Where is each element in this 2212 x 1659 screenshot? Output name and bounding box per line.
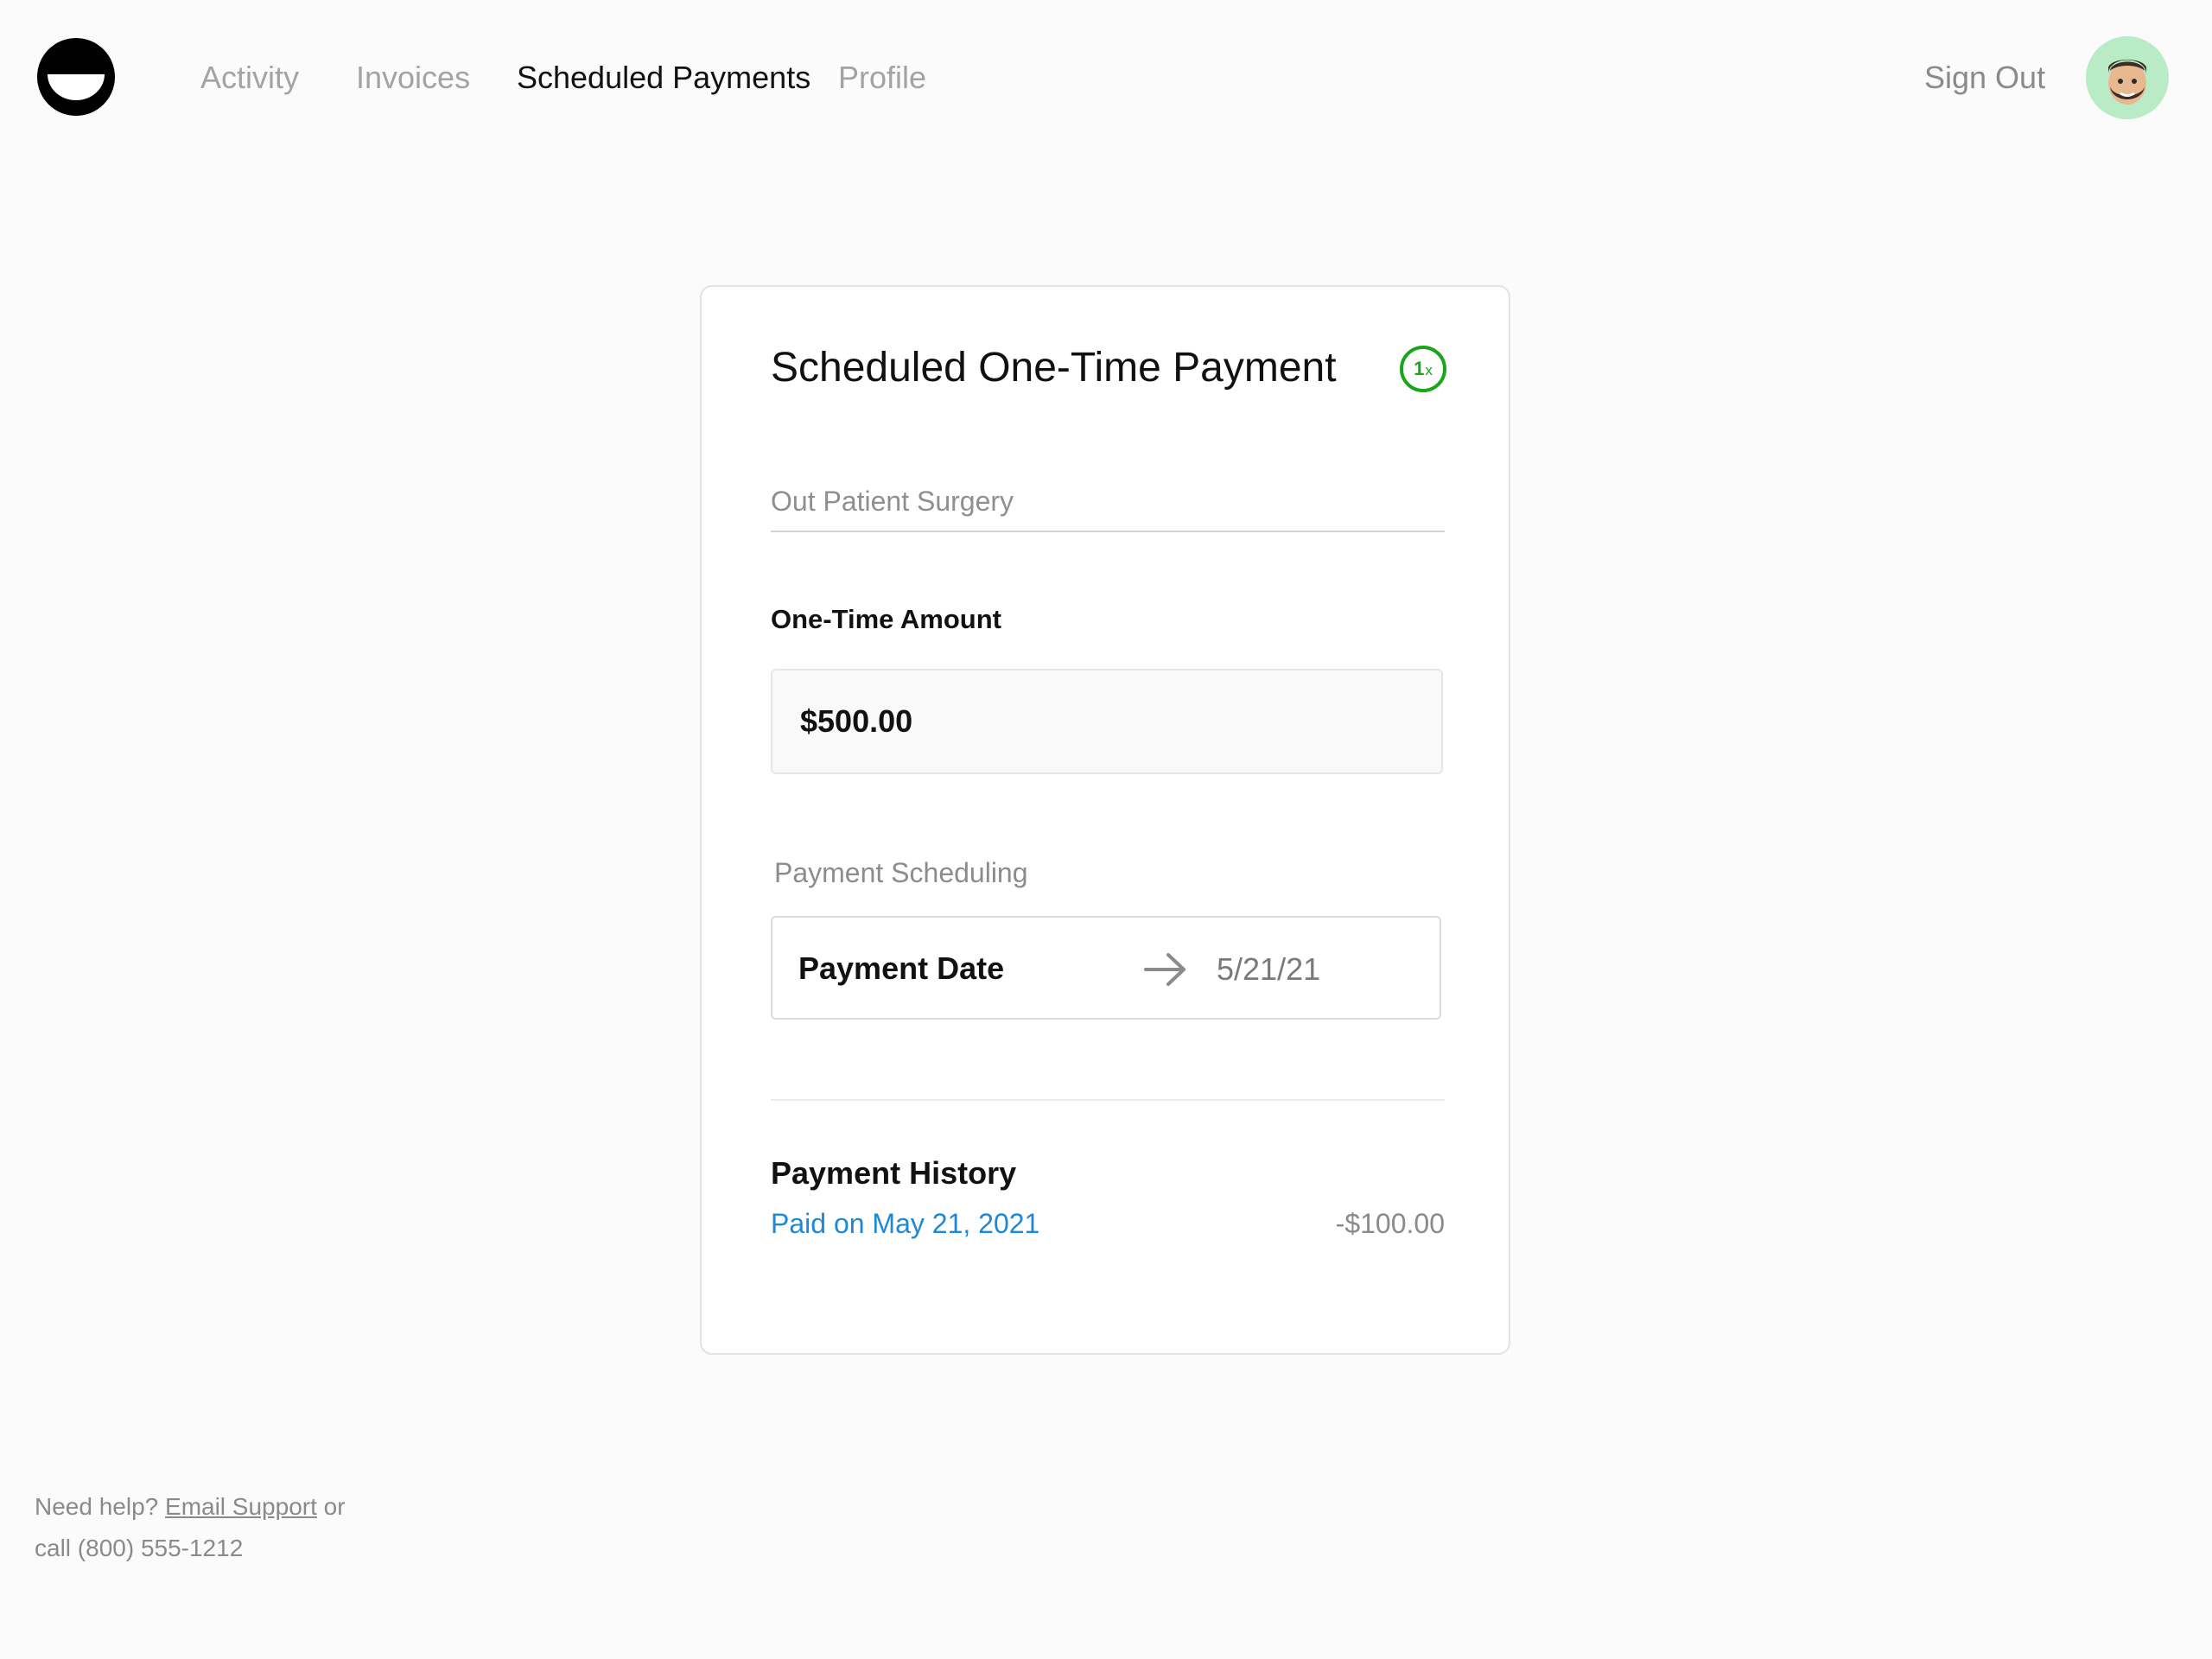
history-paid-link[interactable]: Paid on May 21, 2021 — [771, 1203, 1039, 1244]
amount-input[interactable]: $500.00 — [771, 669, 1443, 774]
help-prefix: Need help? — [35, 1493, 159, 1520]
memoji-avatar-icon — [2108, 60, 2146, 105]
badge-number: 1 — [1414, 358, 1425, 379]
one-time-badge-icon: 1x — [1400, 346, 1446, 392]
payment-history-title: Payment History — [771, 1155, 1017, 1191]
history-row: Paid on May 21, 2021 -$100.00 — [771, 1203, 1445, 1244]
avatar[interactable] — [2086, 36, 2169, 119]
scheduling-label: Payment Scheduling — [774, 857, 1028, 888]
scheduled-payment-card: Scheduled One-Time Payment 1x Out Patien… — [700, 285, 1510, 1355]
payment-date-value: 5/21/21 — [1217, 951, 1321, 987]
nav-activity[interactable]: Activity — [200, 57, 299, 99]
amount-value: $500.00 — [800, 703, 913, 739]
description-field[interactable]: Out Patient Surgery — [771, 482, 1445, 532]
help-phone: call (800) 555-1212 — [35, 1535, 244, 1561]
arrow-right-icon — [1144, 953, 1185, 986]
email-support-link[interactable]: Email Support — [165, 1493, 317, 1520]
payment-date-selector[interactable]: Payment Date 5/21/21 — [771, 916, 1441, 1020]
nav-profile[interactable]: Profile — [838, 57, 926, 99]
help-suffix: or — [323, 1493, 346, 1520]
history-amount: -$100.00 — [1335, 1208, 1445, 1239]
sign-out-link[interactable]: Sign Out — [1924, 57, 2045, 99]
card-title: Scheduled One-Time Payment — [771, 345, 1337, 391]
smile-logo-icon[interactable] — [37, 38, 115, 116]
badge-suffix: x — [1425, 362, 1433, 378]
amount-label: One-Time Amount — [771, 604, 1001, 634]
payment-date-label: Payment Date — [798, 950, 1005, 986]
divider — [771, 1099, 1445, 1101]
nav-invoices[interactable]: Invoices — [356, 57, 470, 99]
nav-scheduled-payments[interactable]: Scheduled Payments — [517, 57, 810, 99]
help-footer: Need help? Email Support or call (800) 5… — [35, 1486, 397, 1569]
